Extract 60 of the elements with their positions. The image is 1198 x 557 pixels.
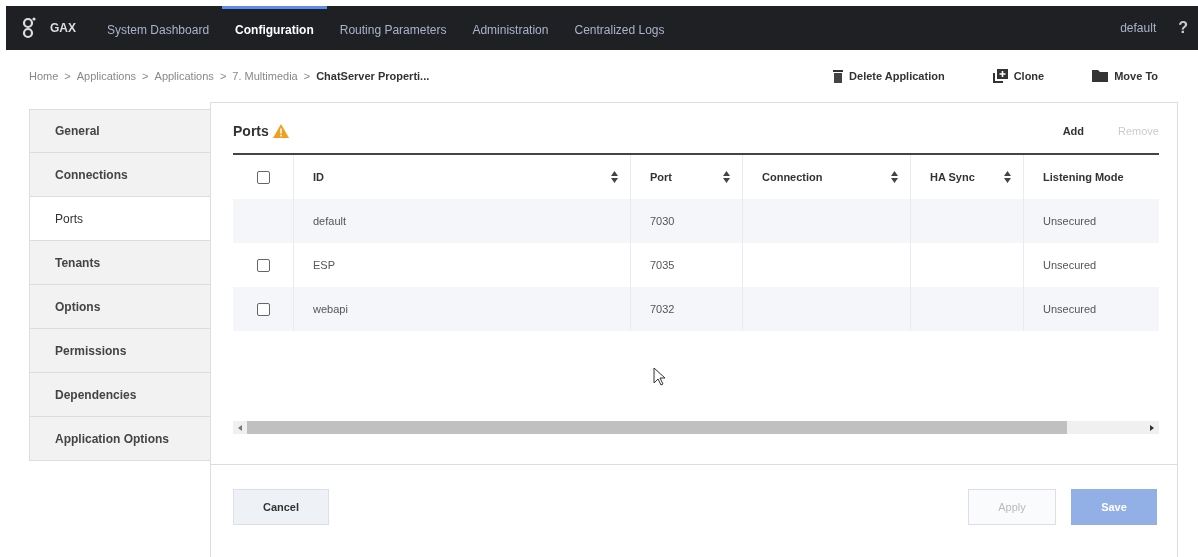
breadcrumb-separator: > — [64, 70, 71, 82]
column-header[interactable]: ID — [313, 171, 324, 183]
clone-button[interactable]: Clone — [992, 69, 1045, 83]
sidebar-tab[interactable]: Options — [29, 285, 211, 329]
breadcrumb-link[interactable]: Applications — [76, 70, 137, 82]
table-cell: 7035 — [650, 259, 675, 271]
column-header[interactable]: Connection — [762, 171, 823, 183]
sort-icon[interactable] — [611, 171, 618, 183]
cancel-button[interactable]: Cancel — [233, 489, 329, 525]
column-header[interactable]: Listening Mode — [1043, 171, 1124, 183]
table-cell: Unsecured — [1043, 215, 1097, 227]
breadcrumb-separator: > — [219, 70, 227, 82]
sort-icon[interactable] — [723, 171, 730, 183]
delete-button[interactable]: Delete Application — [833, 69, 945, 83]
table-cell: webapi — [313, 303, 348, 315]
sidebar-tab[interactable]: Permissions — [29, 329, 211, 373]
sidebar-tab[interactable]: Dependencies — [29, 373, 211, 417]
table-cell: Unsecured — [1043, 259, 1097, 271]
section-title: Ports — [233, 123, 269, 139]
table-cell: Unsecured — [1043, 303, 1097, 315]
sidebar-tab[interactable]: Ports — [29, 197, 211, 241]
sort-icon[interactable] — [1004, 171, 1011, 183]
move-button[interactable]: Move To — [1092, 69, 1158, 83]
nav-tab[interactable]: System Dashboard — [94, 6, 223, 50]
add-link[interactable]: Add — [1062, 125, 1085, 137]
breadcrumb-link[interactable]: Applications — [154, 70, 214, 82]
user-menu[interactable]: default — [1120, 21, 1157, 35]
select-all-checkbox[interactable] — [256, 170, 270, 184]
nav-tab[interactable]: Configuration — [222, 6, 327, 50]
folder-icon — [1092, 70, 1109, 82]
breadcrumb-link[interactable]: 7. Multimedia — [232, 70, 298, 82]
sidebar-tab[interactable]: Tenants — [29, 241, 211, 285]
nav-tab[interactable]: Routing Parameters — [326, 6, 460, 50]
nav-tab[interactable]: Centralized Logs — [561, 6, 678, 50]
logo-icon — [22, 17, 36, 39]
sidebar-tab[interactable]: General — [29, 109, 211, 153]
breadcrumb-separator: > — [303, 70, 311, 82]
mouse-pointer-icon — [653, 367, 666, 387]
table-cell: 7032 — [650, 303, 675, 315]
row-checkbox[interactable] — [256, 258, 270, 272]
trash-icon — [833, 69, 844, 83]
nav-tab[interactable]: Administration — [459, 6, 562, 50]
table-cell: 7030 — [650, 215, 675, 227]
sort-icon[interactable] — [891, 171, 898, 183]
help-button[interactable]: ? — [1178, 19, 1188, 37]
breadcrumb-separator: > — [142, 70, 149, 82]
scroll-left-icon[interactable] — [238, 424, 242, 431]
breadcrumb-link[interactable]: Home — [29, 70, 59, 82]
scroll-right-icon[interactable] — [1150, 424, 1154, 431]
table-cell: ESP — [313, 259, 335, 271]
column-header[interactable]: HA Sync — [930, 171, 975, 183]
table-cell: default — [313, 215, 347, 227]
breadcrumb-current: ChatServer Properti... — [316, 70, 430, 82]
column-header[interactable]: Port — [650, 171, 672, 183]
row-checkbox[interactable] — [256, 302, 270, 316]
brand-name: GAX — [50, 21, 76, 35]
sidebar-tab[interactable]: Application Options — [29, 417, 211, 461]
horizontal-scrollbar[interactable] — [233, 421, 1159, 434]
sidebar-tab[interactable]: Connections — [29, 153, 211, 197]
copy-icon — [992, 69, 1008, 83]
